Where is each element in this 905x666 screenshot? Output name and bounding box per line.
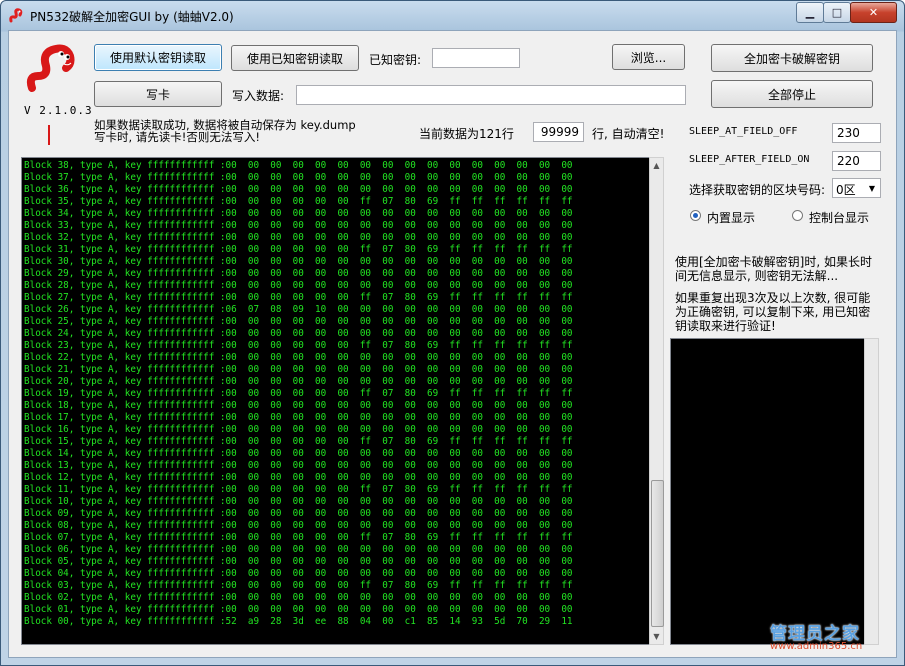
close-button[interactable]: ✕ [850,2,897,23]
block-select-label: 选择获取密钥的区块号码: [689,183,826,197]
minimize-button[interactable]: ▁ [796,2,824,23]
dump-line: Block 32, type A, key ffffffffffff :00 0… [24,232,573,243]
dump-line: Block 36, type A, key ffffffffffff :00 0… [24,184,573,195]
worm-logo-icon [26,44,75,92]
dump-line: Block 26, type A, key ffffffffffff :06 0… [24,304,573,315]
dump-line: Block 37, type A, key ffffffffffff :00 0… [24,172,573,183]
dump-line: Block 17, type A, key ffffffffffff :00 0… [24,412,573,423]
crack-note: 使用[全加密卡破解密钥]时, 如果长时 间无信息显示, 则密钥无法解... [675,255,872,283]
logo-divider [48,125,50,145]
builtin-display-label: 内置显示 [707,211,756,225]
known-key-label: 已知密钥: [369,53,422,67]
dump-line: Block 31, type A, key ffffffffffff :00 0… [24,244,573,255]
dump-lines: Block 38, type A, key ffffffffffff :00 0… [24,160,573,628]
dump-line: Block 21, type A, key ffffffffffff :00 0… [24,364,573,375]
dump-line: Block 24, type A, key ffffffffffff :00 0… [24,328,573,339]
maximize-button[interactable]: □ [823,2,851,23]
watermark: 管理员之家 www.admin365.cn [770,619,862,652]
write-data-input[interactable] [296,85,686,105]
dump-line: Block 29, type A, key ffffffffffff :00 0… [24,268,573,279]
dump-line: Block 15, type A, key ffffffffffff :00 0… [24,436,573,447]
dump-line: Block 09, type A, key ffffffffffff :00 0… [24,508,573,519]
version-label: V 2.1.0.3 [24,104,93,117]
dump-line: Block 33, type A, key ffffffffffff :00 0… [24,220,573,231]
dump-line: Block 10, type A, key ffffffffffff :00 0… [24,496,573,507]
block-select-dropdown[interactable]: 0区 ▼ [832,178,881,198]
sleep-after-field-on-input[interactable]: 220 [832,151,881,171]
console-display-radio[interactable] [792,210,803,221]
dump-line: Block 05, type A, key ffffffffffff :00 0… [24,556,573,567]
dump-line: Block 16, type A, key ffffffffffff :00 0… [24,424,573,435]
dump-line: Block 14, type A, key ffffffffffff :00 0… [24,448,573,459]
dump-line: Block 38, type A, key ffffffffffff :00 0… [24,160,573,171]
dump-line: Block 28, type A, key ffffffffffff :00 0… [24,280,573,291]
dump-line: Block 03, type A, key ffffffffffff :00 0… [24,580,573,591]
dump-line: Block 08, type A, key ffffffffffff :00 0… [24,520,573,531]
dump-line: Block 22, type A, key ffffffffffff :00 0… [24,352,573,363]
write-notice: 写卡时, 请先读卡!否则无法写入! [94,130,261,144]
console-scrollbar[interactable] [864,338,879,645]
dump-line: Block 06, type A, key ffffffffffff :00 0… [24,544,573,555]
write-data-label: 写入数据: [232,89,285,103]
console-display-label: 控制台显示 [809,211,870,225]
chevron-down-icon: ▼ [868,183,876,193]
dump-output[interactable]: Block 38, type A, key ffffffffffff :00 0… [21,157,651,645]
dump-line: Block 20, type A, key ffffffffffff :00 0… [24,376,573,387]
dump-line: Block 07, type A, key ffffffffffff :00 0… [24,532,573,543]
dump-scrollbar[interactable]: ▲ ▼ [649,157,664,645]
dump-line: Block 27, type A, key ffffffffffff :00 0… [24,292,573,303]
write-card-button[interactable]: 写卡 [94,81,222,107]
dump-line: Block 12, type A, key ffffffffffff :00 0… [24,472,573,483]
sleep-at-field-off-label: SLEEP_AT_FIELD_OFF [689,126,798,137]
current-data-label: 当前数据为121行 [419,127,514,141]
scroll-up-icon[interactable]: ▲ [650,158,663,173]
console-output[interactable] [670,338,865,645]
dump-line: Block 19, type A, key ffffffffffff :00 0… [24,388,573,399]
dump-line: Block 13, type A, key ffffffffffff :00 0… [24,460,573,471]
scroll-down-icon[interactable]: ▼ [650,629,663,644]
stop-all-button[interactable]: 全部停止 [711,80,873,108]
verify-note: 如果重复出现3次及以上次数, 很可能 为正确密钥, 可以复制下来, 用已知密 钥… [675,291,871,333]
dump-line: Block 34, type A, key ffffffffffff :00 0… [24,208,573,219]
watermark-url: www.admin365.cn [770,641,863,652]
sleep-after-field-on-label: SLEEP_AFTER_FIELD_ON [689,154,810,165]
dump-line: Block 23, type A, key ffffffffffff :00 0… [24,340,573,351]
dump-line: Block 01, type A, key ffffffffffff :00 0… [24,604,573,615]
read-default-keys-button[interactable]: 使用默认密钥读取 [94,44,222,71]
dump-line: Block 11, type A, key ffffffffffff :00 0… [24,484,573,495]
dump-scroll-thumb[interactable] [651,480,664,627]
dump-line: Block 04, type A, key ffffffffffff :00 0… [24,568,573,579]
dump-line: Block 18, type A, key ffffffffffff :00 0… [24,400,573,411]
worm-app-icon [9,8,23,23]
dump-line: Block 35, type A, key ffffffffffff :00 0… [24,196,573,207]
line-limit-input[interactable]: 99999 [533,122,584,142]
title-bar: PN532破解全加密GUI by (蚰蚰V2.0) ▁ □ ✕ [1,1,904,31]
dump-line: Block 30, type A, key ffffffffffff :00 0… [24,256,573,267]
window-title: PN532破解全加密GUI by (蚰蚰V2.0) [30,10,234,24]
crack-full-encryption-button[interactable]: 全加密卡破解密钥 [711,44,873,72]
auto-clear-label: 行, 自动清空! [592,127,665,141]
sleep-at-field-off-input[interactable]: 230 [832,123,881,143]
builtin-display-radio[interactable] [690,210,701,221]
known-key-input[interactable] [432,48,520,68]
dump-line: Block 02, type A, key ffffffffffff :00 0… [24,592,573,603]
dump-line: Block 00, type A, key ffffffffffff :52 a… [24,616,573,627]
browse-button[interactable]: 浏览... [612,44,685,70]
block-select-value: 0区 [836,183,856,197]
read-known-keys-button[interactable]: 使用已知密钥读取 [231,45,359,71]
dump-line: Block 25, type A, key ffffffffffff :00 0… [24,316,573,327]
